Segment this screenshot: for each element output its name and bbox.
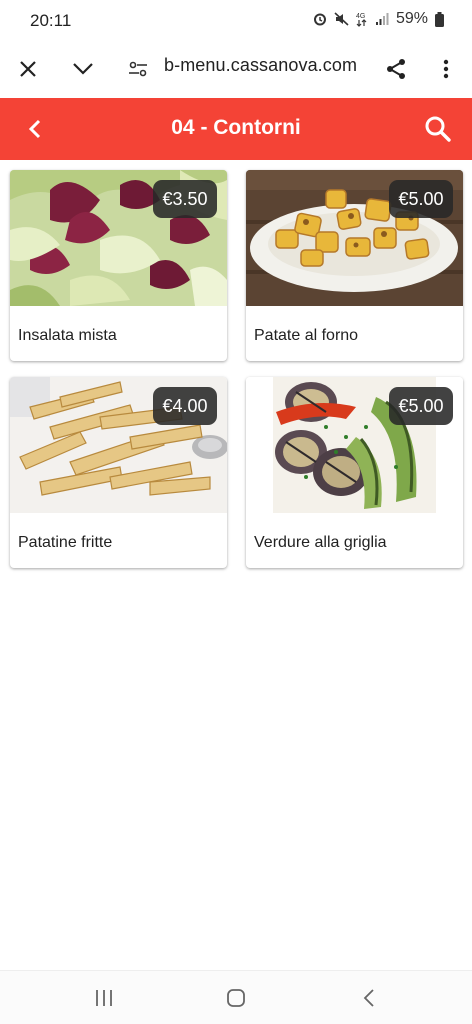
system-nav-bar: [0, 970, 472, 1024]
menu-item-card[interactable]: €5.00 Patate al forno: [246, 170, 463, 361]
price-badge: €3.50: [153, 180, 217, 218]
svg-text:4G: 4G: [356, 13, 365, 20]
mute-icon: [334, 12, 349, 26]
price-badge: €4.00: [153, 387, 217, 425]
search-icon[interactable]: [422, 113, 454, 145]
recent-apps-icon[interactable]: [90, 985, 118, 1011]
menu-item-card[interactable]: €3.50 Insalata mista: [10, 170, 227, 361]
signal-icon: [375, 13, 389, 25]
page-title: 04 - Contorni: [171, 116, 301, 139]
url-bar[interactable]: b-menu.cassanova.com: [164, 55, 357, 76]
status-icons: 4G 59%: [313, 10, 444, 28]
browser-toolbar: b-menu.cassanova.com: [0, 40, 472, 98]
status-bar: 20:11 4G 59%: [0, 0, 472, 40]
more-options-icon[interactable]: [429, 52, 463, 86]
price-badge: €5.00: [389, 387, 453, 425]
share-icon[interactable]: [379, 52, 413, 86]
menu-item-card[interactable]: €5.00 Verdure alla griglia: [246, 377, 463, 568]
item-name: Verdure alla griglia: [254, 534, 387, 551]
alarm-icon: [313, 13, 326, 26]
item-name: Patate al forno: [254, 327, 359, 344]
status-time: 20:11: [30, 11, 72, 30]
app-header: 04 - Contorni: [0, 98, 472, 160]
chevron-down-icon[interactable]: [66, 52, 100, 86]
battery-percent: 59%: [395, 10, 428, 27]
close-icon[interactable]: [11, 52, 45, 86]
home-icon[interactable]: [222, 985, 250, 1011]
price-badge: €5.00: [389, 180, 453, 218]
menu-item-card[interactable]: €4.00 Patatine fritte: [10, 377, 227, 568]
back-nav-icon[interactable]: [355, 985, 383, 1011]
site-settings-icon[interactable]: [121, 52, 155, 86]
battery-icon: [435, 11, 444, 27]
item-name: Patatine fritte: [18, 534, 113, 551]
network-4g-icon: 4G: [356, 13, 367, 27]
item-name: Insalata mista: [18, 327, 117, 344]
